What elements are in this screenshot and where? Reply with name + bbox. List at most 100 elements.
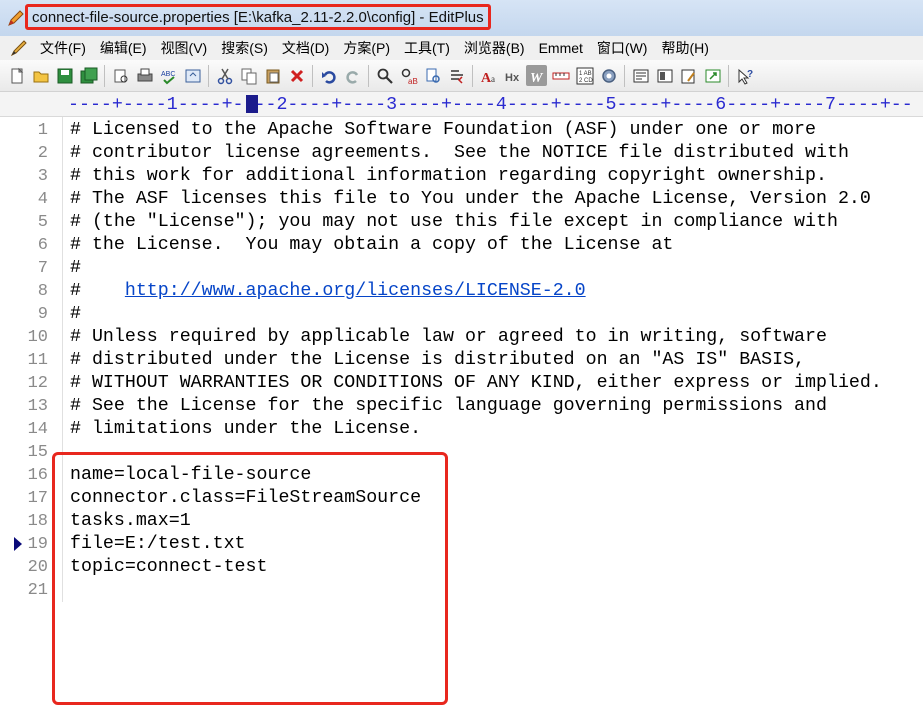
code-line[interactable]: # Unless required by applicable law or a…: [70, 326, 827, 349]
line-number: 21: [27, 581, 48, 600]
paste-icon[interactable]: [262, 65, 283, 86]
cliptext-icon[interactable]: [630, 65, 651, 86]
code-line[interactable]: # contributor license agreements. See th…: [70, 142, 849, 165]
window-title: connect-file-source.properties [E:\kafka…: [25, 4, 491, 30]
copy-icon[interactable]: [238, 65, 259, 86]
code-text: # this work for additional information r…: [70, 166, 827, 186]
menu-item[interactable]: 浏览器(B): [464, 38, 525, 58]
new-file-icon[interactable]: [6, 65, 27, 86]
directory-icon[interactable]: [654, 65, 675, 86]
open-file-icon[interactable]: [30, 65, 51, 86]
code-text: # contributor license agreements. See th…: [70, 143, 849, 163]
line-number: 10: [27, 328, 48, 347]
toolbar-separator: [208, 64, 209, 87]
line-number: 9: [37, 305, 48, 324]
code-line[interactable]: # distributed under the License is distr…: [70, 349, 805, 372]
line-number: 14: [27, 420, 48, 439]
code-line[interactable]: # The ASF licenses this file to You unde…: [70, 188, 871, 211]
line-number: 2: [37, 144, 48, 163]
font-icon[interactable]: Aa: [478, 65, 499, 86]
svg-text:W: W: [530, 71, 544, 85]
line-number: 19: [27, 535, 48, 554]
svg-text:1 AB: 1 AB: [579, 71, 592, 77]
code-text: # Licensed to the Apache Software Founda…: [70, 120, 816, 140]
toolbar: ABC aB Aa Hx W 1 AB 2 CD?: [0, 60, 923, 92]
svg-text:2 CD: 2 CD: [579, 78, 593, 84]
toolbar-separator: [368, 64, 369, 87]
menu-item[interactable]: 帮助(H): [661, 38, 708, 58]
editor-area[interactable]: 1 2 3 4 5 6 7 8 9 10 11 12 13 14 15 16 17 18 19 20 21 # Lice…: [0, 117, 923, 705]
code-text: #: [70, 304, 81, 324]
find-icon[interactable]: [374, 65, 395, 86]
window-icon[interactable]: [702, 65, 723, 86]
toolbar-separator: [472, 64, 473, 87]
help-icon[interactable]: ?: [734, 65, 755, 86]
column-ruler: ----+----1----+----2----+----3----+----4…: [0, 92, 923, 117]
print-preview-icon[interactable]: [110, 65, 131, 86]
line-number: 15: [27, 443, 48, 462]
line-number: 3: [37, 167, 48, 186]
user-tool-icon[interactable]: [678, 65, 699, 86]
code-line[interactable]: # http://www.apache.org/licenses/LICENSE…: [70, 280, 586, 303]
ruler-column-marker: [246, 95, 258, 113]
delete-icon[interactable]: [286, 65, 307, 86]
print-icon[interactable]: [134, 65, 155, 86]
line-number: 7: [37, 259, 48, 278]
line-number: 17: [27, 489, 48, 508]
code-line[interactable]: # this work for additional information r…: [70, 165, 827, 188]
code-line[interactable]: # limitations under the License.: [70, 418, 421, 441]
word-wrap-icon[interactable]: W: [526, 65, 547, 86]
toolbar-separator: [728, 64, 729, 87]
settings-icon[interactable]: [598, 65, 619, 86]
menu-item[interactable]: 文件(F): [40, 38, 86, 58]
code-line[interactable]: # the License. You may obtain a copy of …: [70, 234, 673, 257]
cut-icon[interactable]: [214, 65, 235, 86]
line-number: 11: [27, 351, 48, 370]
ruler-toggle-icon[interactable]: [550, 65, 571, 86]
menu-item[interactable]: 搜索(S): [221, 38, 268, 58]
undo-icon[interactable]: [318, 65, 339, 86]
code-line[interactable]: # WITHOUT WARRANTIES OR CONDITIONS OF AN…: [70, 372, 882, 395]
code-text: # WITHOUT WARRANTIES OR CONDITIONS OF AN…: [70, 373, 882, 393]
line-number-icon[interactable]: 1 AB 2 CD: [574, 65, 595, 86]
toolbar-separator: [104, 64, 105, 87]
toolbar-separator: [624, 64, 625, 87]
svg-text:?: ?: [747, 69, 753, 80]
code-text: # (the "License"); you may not use this …: [70, 212, 838, 232]
line-number: 12: [27, 374, 48, 393]
spellcheck-icon[interactable]: ABC: [158, 65, 179, 86]
hx-icon[interactable]: Hx: [502, 65, 523, 86]
redo-icon[interactable]: [342, 65, 363, 86]
license-link[interactable]: http://www.apache.org/licenses/LICENSE-2…: [125, 281, 586, 301]
menu-item[interactable]: 窗口(W): [597, 38, 648, 58]
editplus-pen-icon: [6, 8, 26, 28]
code-line[interactable]: # See the License for the specific langu…: [70, 395, 827, 418]
svg-text:Hx: Hx: [505, 72, 520, 84]
menu-item[interactable]: 工具(T): [404, 38, 450, 58]
line-number: 1: [37, 121, 48, 140]
menu-item[interactable]: 文档(D): [282, 38, 329, 58]
menu-item[interactable]: Emmet: [539, 40, 583, 56]
svg-text:a: a: [491, 74, 495, 84]
find-in-files-icon[interactable]: [422, 65, 443, 86]
config-highlight-box: [52, 452, 448, 705]
code-text: # Unless required by applicable law or a…: [70, 327, 827, 347]
menu-item[interactable]: 编辑(E): [100, 38, 147, 58]
line-number: 16: [27, 466, 48, 485]
save-icon[interactable]: [54, 65, 75, 86]
menu-item[interactable]: 视图(V): [161, 38, 208, 58]
save-all-icon[interactable]: [78, 65, 99, 86]
code-line[interactable]: #: [70, 303, 81, 326]
code-line[interactable]: #: [70, 257, 81, 280]
svg-text:aB: aB: [408, 77, 418, 85]
code-line[interactable]: # (the "License"); you may not use this …: [70, 211, 838, 234]
replace-icon[interactable]: aB: [398, 65, 419, 86]
browser-preview-icon[interactable]: [182, 65, 203, 86]
code-line[interactable]: # Licensed to the Apache Software Founda…: [70, 119, 816, 142]
menu-item[interactable]: 方案(P): [343, 38, 390, 58]
goto-line-icon[interactable]: [446, 65, 467, 86]
code-text: #: [70, 258, 81, 278]
line-number: 8: [37, 282, 48, 301]
code-text: #: [70, 281, 125, 301]
code-text: # the License. You may obtain a copy of …: [70, 235, 674, 255]
